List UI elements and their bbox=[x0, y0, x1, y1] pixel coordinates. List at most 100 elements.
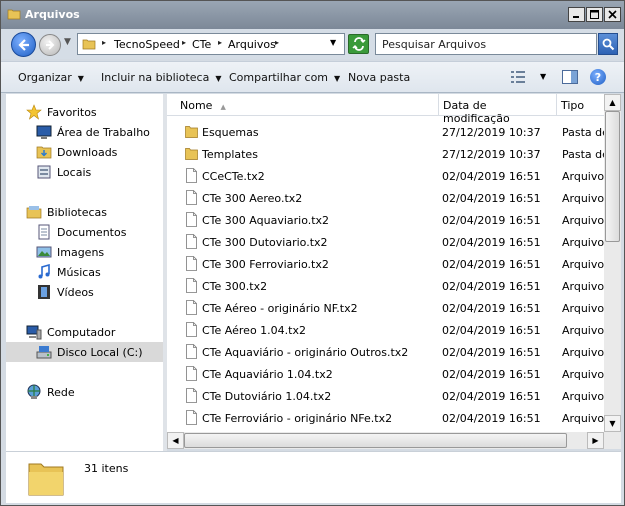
help-icon[interactable]: ? bbox=[590, 69, 606, 85]
scroll-right-button[interactable]: ▶ bbox=[587, 432, 604, 449]
refresh-button[interactable] bbox=[348, 34, 369, 54]
nav-favorites[interactable]: Favoritos bbox=[26, 104, 97, 120]
breadcrumb-separator[interactable]: ▸ bbox=[182, 38, 186, 47]
nav-item-downloads[interactable]: Downloads bbox=[36, 144, 117, 160]
file-name: Esquemas bbox=[202, 126, 259, 139]
text-file-icon bbox=[186, 410, 197, 425]
breadcrumb-cte[interactable]: CTe bbox=[192, 38, 211, 51]
scroll-left-button[interactable]: ◀ bbox=[167, 432, 184, 449]
file-row[interactable]: CTe Aquaviário - originário Outros.tx2 02… bbox=[167, 341, 604, 363]
file-row[interactable]: CTe 300 Dutoviario.tx2 02/04/2019 16:51 Ar… bbox=[167, 231, 604, 253]
text-file-icon bbox=[186, 344, 197, 359]
views-dropdown[interactable]: ▼ bbox=[540, 72, 546, 81]
file-type: Arquivo T bbox=[562, 258, 604, 271]
file-row[interactable]: CTe Ferroviário - originário NFe.tx2 02/0… bbox=[167, 407, 604, 429]
nav-item-places[interactable]: Locais bbox=[36, 164, 91, 180]
text-file-icon bbox=[186, 256, 197, 271]
file-name: CTe 300 Aereo.tx2 bbox=[202, 192, 303, 205]
nav-favorites-label: Favoritos bbox=[47, 105, 97, 119]
refresh-icon bbox=[351, 37, 366, 51]
address-history-dropdown[interactable]: ▼ bbox=[330, 38, 336, 47]
file-row[interactable]: CTe Aéreo - originário NF.tx2 02/04/2019 … bbox=[167, 297, 604, 319]
close-button[interactable] bbox=[604, 7, 621, 22]
folder-icon bbox=[7, 9, 21, 20]
title-bar[interactable]: Arquivos bbox=[1, 1, 624, 29]
address-row: ▼ ▸ TecnoSpeed ▸ CTe ▸ Arquivos ▸ ▼ Pesq… bbox=[1, 29, 624, 59]
file-row[interactable]: CTe 300.tx2 02/04/2019 16:51 Arquivo T bbox=[167, 275, 604, 297]
search-button[interactable] bbox=[598, 33, 618, 55]
arrow-left-icon bbox=[17, 38, 29, 51]
minimize-button[interactable] bbox=[568, 7, 585, 22]
column-header-name[interactable]: Nome ▲ bbox=[167, 94, 439, 116]
chevron-down-icon: ▼ bbox=[215, 74, 222, 83]
nav-item-local-disk[interactable]: Disco Local (C:) bbox=[6, 342, 163, 362]
file-date: 02/04/2019 16:51 bbox=[442, 346, 541, 359]
nav-item-pictures[interactable]: Imagens bbox=[36, 244, 104, 260]
scroll-up-button[interactable]: ▲ bbox=[604, 94, 621, 111]
pictures-icon bbox=[36, 246, 52, 258]
scroll-down-button[interactable]: ▼ bbox=[604, 415, 621, 432]
preview-pane-toggle[interactable] bbox=[562, 70, 578, 84]
breadcrumb-separator[interactable]: ▸ bbox=[102, 38, 106, 47]
nav-item-documents[interactable]: Documentos bbox=[36, 224, 126, 240]
text-file-icon bbox=[186, 190, 197, 205]
file-row[interactable]: CTe 300 Aquaviario.tx2 02/04/2019 16:51 Ar… bbox=[167, 209, 604, 231]
include-library-menu[interactable]: Incluir na biblioteca ▼ bbox=[101, 71, 221, 84]
column-header-date[interactable]: Data de modificação bbox=[439, 94, 557, 125]
text-file-icon bbox=[186, 168, 197, 183]
navigation-pane: Favoritos Área de Trabalho Downloads Loc… bbox=[6, 94, 163, 451]
file-name: Templates bbox=[202, 148, 258, 161]
column-header-type[interactable]: Tipo bbox=[557, 94, 604, 116]
nav-item-music[interactable]: Músicas bbox=[36, 264, 101, 280]
vertical-scrollbar[interactable]: ▲ ▼ bbox=[604, 94, 621, 432]
file-row[interactable]: Esquemas 27/12/2019 10:37 Pasta de bbox=[167, 121, 604, 143]
horizontal-scroll-thumb[interactable] bbox=[184, 433, 567, 448]
file-date: 02/04/2019 16:51 bbox=[442, 302, 541, 315]
file-date: 02/04/2019 16:51 bbox=[442, 368, 541, 381]
breadcrumb-tecnospeed[interactable]: TecnoSpeed bbox=[114, 38, 180, 51]
file-date: 27/12/2019 10:37 bbox=[442, 126, 541, 139]
file-type: Arquivo T bbox=[562, 412, 604, 425]
file-row[interactable]: CTe Aéreo 1.04.tx2 02/04/2019 16:51 Arquiv… bbox=[167, 319, 604, 341]
organize-menu[interactable]: Organizar ▼ bbox=[18, 71, 84, 84]
text-file-icon bbox=[186, 322, 197, 337]
item-count: 31 itens bbox=[84, 462, 129, 475]
search-input[interactable]: Pesquisar Arquivos bbox=[375, 33, 597, 55]
share-menu[interactable]: Compartilhar com ▼ bbox=[229, 71, 340, 84]
file-row[interactable]: CTe 300 Aereo.tx2 02/04/2019 16:51 Arquivo… bbox=[167, 187, 604, 209]
breadcrumb-arquivos[interactable]: Arquivos bbox=[228, 38, 276, 51]
star-icon bbox=[26, 104, 42, 120]
nav-item-label: Downloads bbox=[57, 145, 118, 159]
chevron-down-icon: ▼ bbox=[77, 74, 84, 83]
nav-item-videos[interactable]: Vídeos bbox=[36, 284, 94, 300]
folder-icon bbox=[82, 39, 96, 50]
file-name: CTe Ferroviário - originário NFe.tx2 bbox=[202, 412, 393, 425]
address-bar[interactable]: ▸ TecnoSpeed ▸ CTe ▸ Arquivos ▸ ▼ bbox=[77, 33, 345, 55]
text-file-icon bbox=[186, 300, 197, 315]
file-row[interactable]: CTe Dutoviário 1.04.tx2 02/04/2019 16:51 A… bbox=[167, 385, 604, 407]
file-name: CTe Aquaviário - originário Outros.tx2 bbox=[202, 346, 409, 359]
forward-button[interactable] bbox=[39, 34, 61, 56]
organize-label: Organizar bbox=[18, 71, 72, 84]
horizontal-scrollbar[interactable]: ◀ ▶ bbox=[167, 432, 604, 449]
nav-computer[interactable]: Computador bbox=[26, 324, 115, 340]
recent-pages-dropdown[interactable]: ▼ bbox=[64, 37, 71, 47]
file-row[interactable]: Templates 27/12/2019 10:37 Pasta de bbox=[167, 143, 604, 165]
back-button[interactable] bbox=[11, 32, 36, 57]
text-file-icon bbox=[186, 366, 197, 381]
file-date: 02/04/2019 16:51 bbox=[442, 236, 541, 249]
folder-icon bbox=[28, 463, 64, 496]
nav-libraries-label: Bibliotecas bbox=[47, 205, 108, 219]
vertical-scroll-thumb[interactable] bbox=[605, 111, 620, 242]
file-row[interactable]: CCeCTe.tx2 02/04/2019 16:51 Arquivo T bbox=[167, 165, 604, 187]
new-folder-button[interactable]: Nova pasta bbox=[348, 71, 410, 84]
maximize-button[interactable] bbox=[586, 7, 603, 22]
breadcrumb-separator[interactable]: ▸ bbox=[275, 38, 279, 47]
file-row[interactable]: CTe Aquaviário 1.04.tx2 02/04/2019 16:51 A… bbox=[167, 363, 604, 385]
nav-libraries[interactable]: Bibliotecas bbox=[26, 204, 107, 220]
views-icon[interactable] bbox=[510, 70, 526, 84]
breadcrumb-separator[interactable]: ▸ bbox=[218, 38, 222, 47]
nav-item-desktop[interactable]: Área de Trabalho bbox=[36, 124, 150, 140]
nav-network[interactable]: Rede bbox=[26, 384, 75, 400]
file-row[interactable]: CTe 300 Ferroviario.tx2 02/04/2019 16:51 A… bbox=[167, 253, 604, 275]
